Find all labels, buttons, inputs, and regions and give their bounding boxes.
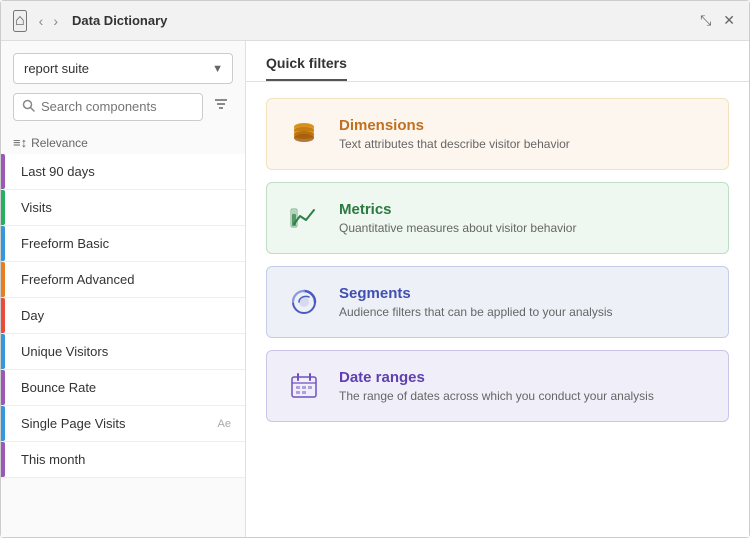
item-color-bar bbox=[1, 406, 5, 441]
search-icon bbox=[22, 99, 35, 115]
close-button[interactable]: ✕ bbox=[721, 10, 737, 31]
card-text: Segments Audience filters that can be ap… bbox=[339, 285, 613, 319]
sidebar-item-day[interactable]: Day bbox=[1, 298, 245, 334]
card-description: The range of dates across which you cond… bbox=[339, 389, 654, 403]
titlebar: ⌂ ‹ › Data Dictionary ⤡ ✕ bbox=[1, 1, 749, 41]
card-date-ranges[interactable]: Date ranges The range of dates across wh… bbox=[266, 350, 729, 422]
sidebar-list: Last 90 days Visits Freeform Basic Freef… bbox=[1, 154, 245, 537]
card-description: Quantitative measures about visitor beha… bbox=[339, 221, 576, 235]
app-window: ⌂ ‹ › Data Dictionary ⤡ ✕ report suite p… bbox=[0, 0, 750, 538]
right-panel: Quick filters Dimensions Text attributes… bbox=[246, 41, 749, 537]
card-dimensions-icon bbox=[285, 115, 323, 153]
card-text: Metrics Quantitative measures about visi… bbox=[339, 201, 576, 235]
cards-container: Dimensions Text attributes that describe… bbox=[246, 82, 749, 537]
sidebar-item-visits[interactable]: Visits bbox=[1, 190, 245, 226]
card-title: Metrics bbox=[339, 201, 576, 218]
item-badge: Ae bbox=[218, 418, 231, 430]
card-title: Dimensions bbox=[339, 117, 570, 134]
item-label: Visits bbox=[15, 200, 231, 215]
sidebar-controls: report suite project ▼ bbox=[1, 41, 245, 129]
card-title: Segments bbox=[339, 285, 613, 302]
collapse-button[interactable]: ⤡ bbox=[698, 10, 713, 31]
item-label: Bounce Rate bbox=[15, 380, 231, 395]
item-label: Last 90 days bbox=[15, 164, 231, 179]
item-label: Freeform Basic bbox=[15, 236, 231, 251]
item-color-bar bbox=[1, 154, 5, 189]
item-color-bar bbox=[1, 190, 5, 225]
card-dimensions[interactable]: Dimensions Text attributes that describe… bbox=[266, 98, 729, 170]
item-label: Single Page Visits bbox=[15, 416, 218, 431]
sidebar-item-freeform-advanced[interactable]: Freeform Advanced bbox=[1, 262, 245, 298]
quick-filters-title: Quick filters bbox=[266, 55, 347, 81]
item-label: Day bbox=[15, 308, 231, 323]
window-title: Data Dictionary bbox=[72, 13, 698, 28]
forward-button[interactable]: › bbox=[49, 11, 62, 31]
quick-filters-header: Quick filters bbox=[246, 41, 749, 81]
sort-label: Relevance bbox=[31, 136, 88, 150]
card-metrics-icon bbox=[285, 199, 323, 237]
report-suite-dropdown[interactable]: report suite project ▼ bbox=[13, 53, 233, 84]
search-row bbox=[13, 92, 233, 121]
filter-button[interactable] bbox=[209, 92, 233, 121]
report-suite-select[interactable]: report suite project bbox=[13, 53, 233, 84]
item-color-bar bbox=[1, 370, 5, 405]
sidebar-item-freeform-basic[interactable]: Freeform Basic bbox=[1, 226, 245, 262]
item-label: Unique Visitors bbox=[15, 344, 231, 359]
back-button[interactable]: ‹ bbox=[35, 11, 48, 31]
sidebar-item-unique-visitors[interactable]: Unique Visitors bbox=[1, 334, 245, 370]
card-dateranges-icon bbox=[285, 367, 323, 405]
item-color-bar bbox=[1, 226, 5, 261]
search-box bbox=[13, 93, 203, 121]
sidebar-item-single-page-visits[interactable]: Single Page Visits Ae bbox=[1, 406, 245, 442]
item-color-bar bbox=[1, 298, 5, 333]
card-metrics[interactable]: Metrics Quantitative measures about visi… bbox=[266, 182, 729, 254]
nav-buttons: ‹ › bbox=[35, 11, 62, 31]
card-description: Audience filters that can be applied to … bbox=[339, 305, 613, 319]
sidebar-item-last-90-days[interactable]: Last 90 days bbox=[1, 154, 245, 190]
main-content: report suite project ▼ bbox=[1, 41, 749, 537]
search-input[interactable] bbox=[41, 99, 194, 114]
item-color-bar bbox=[1, 334, 5, 369]
card-title: Date ranges bbox=[339, 369, 654, 386]
item-color-bar bbox=[1, 262, 5, 297]
card-segments-icon bbox=[285, 283, 323, 321]
sidebar-item-bounce-rate[interactable]: Bounce Rate bbox=[1, 370, 245, 406]
sidebar: report suite project ▼ bbox=[1, 41, 246, 537]
item-label: This month bbox=[15, 452, 231, 467]
sidebar-item-this-month[interactable]: This month bbox=[1, 442, 245, 478]
card-segments[interactable]: Segments Audience filters that can be ap… bbox=[266, 266, 729, 338]
item-color-bar bbox=[1, 442, 5, 477]
sort-icon: ≡↕ bbox=[13, 135, 27, 150]
window-actions: ⤡ ✕ bbox=[698, 10, 737, 31]
item-label: Freeform Advanced bbox=[15, 272, 231, 287]
home-button[interactable]: ⌂ bbox=[13, 10, 27, 32]
sort-row: ≡↕ Relevance bbox=[1, 129, 245, 154]
card-text: Dimensions Text attributes that describe… bbox=[339, 117, 570, 151]
card-text: Date ranges The range of dates across wh… bbox=[339, 369, 654, 403]
card-description: Text attributes that describe visitor be… bbox=[339, 137, 570, 151]
